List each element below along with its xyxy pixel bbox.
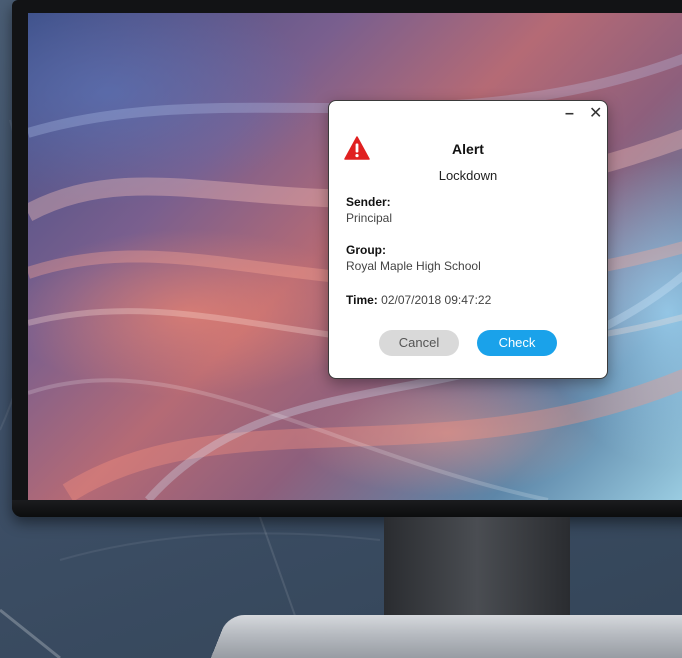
monitor-bezel (12, 500, 682, 517)
time-row: Time: 02/07/2018 09:47:22 (346, 293, 491, 307)
check-button[interactable]: Check (477, 330, 557, 356)
group-value: Royal Maple High School (346, 259, 481, 273)
sender-value: Principal (346, 211, 393, 225)
close-icon[interactable]: ✕ (589, 104, 602, 124)
group-label: Group: (346, 243, 386, 257)
alert-type: Lockdown (438, 168, 498, 183)
monitor-stand-base (208, 614, 682, 658)
sender-label: Sender: (346, 195, 391, 209)
cancel-button[interactable]: Cancel (379, 330, 459, 356)
time-value: 02/07/2018 09:47:22 (381, 293, 492, 307)
scene-background: – ✕ Alert Lockdown Sender: Principal Gro… (0, 0, 682, 658)
monitor-stand-neck (384, 517, 570, 617)
alert-dialog: – ✕ Alert Lockdown Sender: Principal Gro… (328, 100, 608, 379)
time-label: Time: (346, 293, 378, 307)
dialog-title: Alert (452, 141, 484, 157)
minimize-icon[interactable]: – (565, 104, 574, 124)
